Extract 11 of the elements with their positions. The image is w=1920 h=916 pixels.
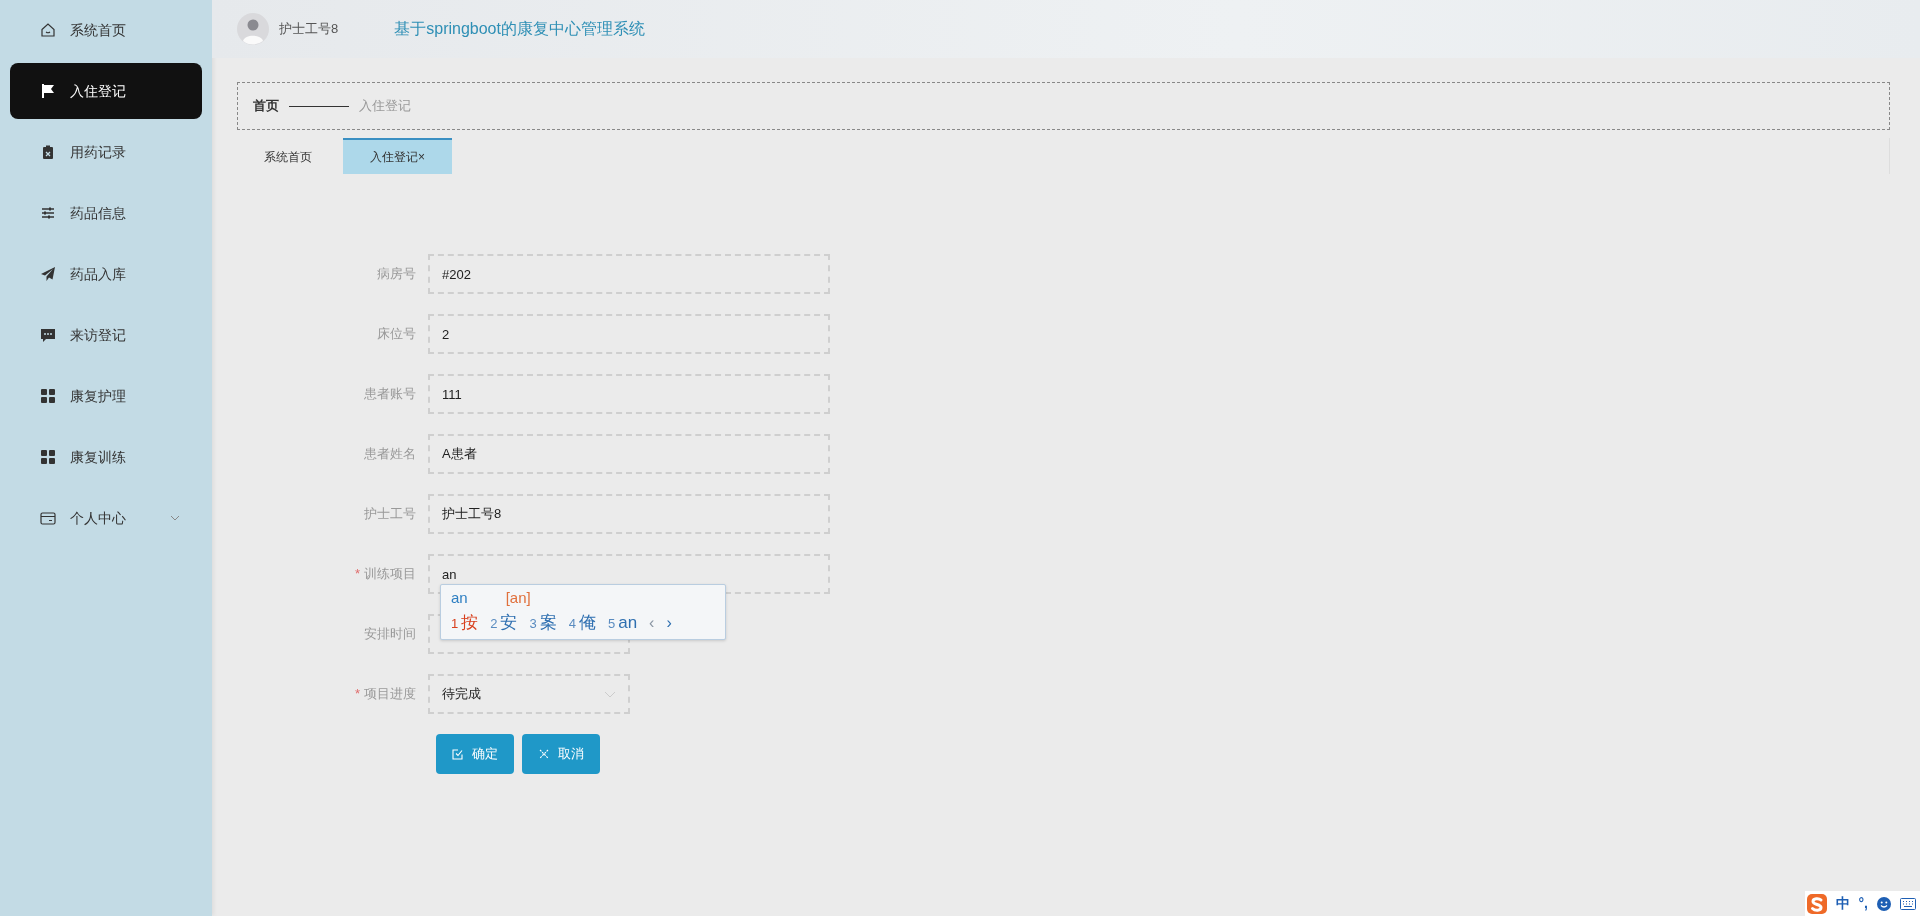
field-label: 护士工号 [363,505,417,524]
field-label: 安排时间 [363,625,417,644]
field-label: 床位号 [376,325,417,344]
field-label: 患者姓名 [363,445,417,464]
user-name: 护士工号8 [279,20,339,39]
system-title: 基于springboot的康复中心管理系统 [394,19,645,39]
breadcrumb-current: 入住登记 [359,97,411,116]
field-label: * 训练项目 [353,565,417,584]
field-label: * 项目进度 [353,685,417,704]
field-label: 病房号 [376,265,417,284]
field-label: 患者账号 [363,385,417,404]
